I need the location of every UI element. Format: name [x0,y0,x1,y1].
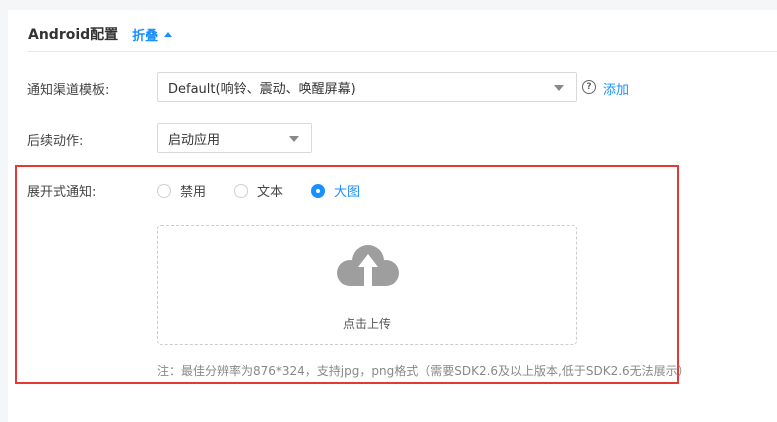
channel-template-select[interactable]: Default(响铃、震动、唤醒屏幕) [157,72,577,102]
chevron-down-icon [289,136,299,142]
radio-disable[interactable]: 禁用 [157,181,206,200]
expanded-notification-label: 展开式通知: [27,185,97,200]
upload-label: 点击上传 [342,317,391,331]
radio-button-checked[interactable] [311,183,326,198]
collapse-toggle[interactable]: 折叠 [132,25,173,44]
radio-label: 禁用 [180,185,207,200]
channel-template-label: 通知渠道模板: [27,83,110,98]
android-config-panel: Android配置 折叠 通知渠道模板: Default(响铃、震动、唤醒屏幕)… [8,10,777,422]
section-title: Android配置 [28,27,119,43]
radio-label: 文本 [257,185,284,200]
followup-action-select[interactable]: 启动应用 [157,123,312,153]
radio-text[interactable]: 文本 [234,181,283,200]
expanded-notification-radio-group: 禁用 文本 大图 [157,181,388,200]
chevron-down-icon [554,85,564,91]
question-circle-icon[interactable]: ? [582,80,596,94]
channel-template-value: Default(响铃、震动、唤醒屏幕) [168,81,356,97]
radio-label: 大图 [334,185,361,200]
followup-action-label: 后续动作: [27,134,84,149]
radio-button[interactable] [234,183,249,198]
followup-action-value: 启动应用 [168,132,221,148]
collapse-label: 折叠 [132,28,159,44]
radio-big-image[interactable]: 大图 [311,181,360,200]
add-channel-link[interactable]: 添加 [603,79,629,98]
caret-up-icon [164,31,173,37]
image-upload-area[interactable]: 点击上传 [157,225,577,345]
header-divider [28,51,777,52]
upload-note: 注：最佳分辨率为876*324，支持jpg，png格式（需要SDK2.6及以上版… [157,364,690,378]
radio-button[interactable] [157,183,171,198]
section-header: Android配置 折叠 [28,22,173,46]
cloud-upload-icon [337,245,399,286]
